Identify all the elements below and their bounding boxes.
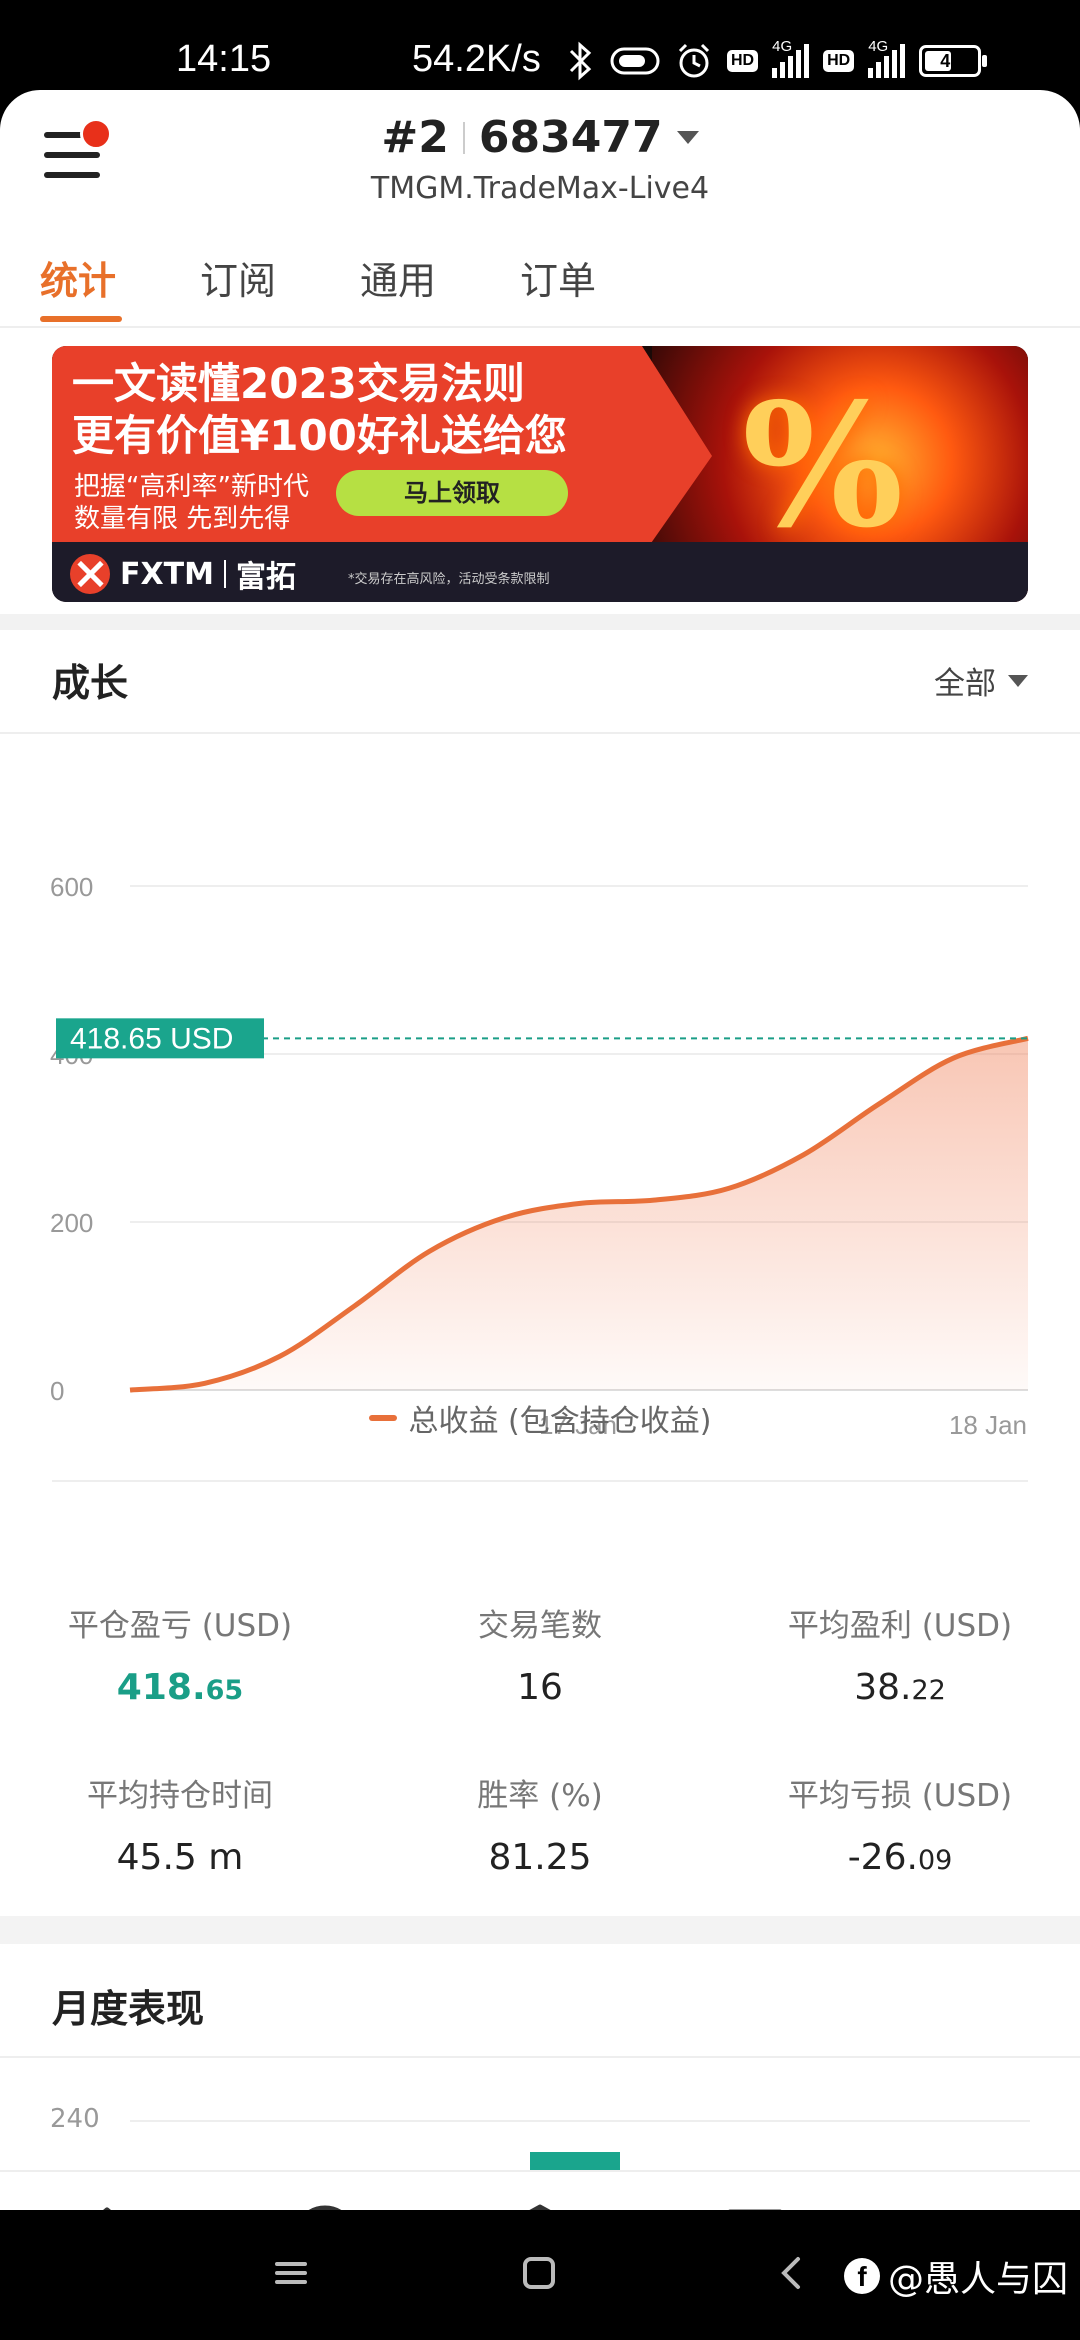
separator [462,121,465,154]
stat-value: 45.5 m [116,1837,244,1878]
tab-stats[interactable]: 统计 [40,250,116,305]
percent-graphic: % [742,366,904,566]
caret-down-icon [1008,674,1028,687]
account-number: #2 [381,112,449,163]
app-screen: #2 683477 TMGM.TradeMax-Live4 统计 订阅 通用 订… [0,90,1080,2210]
banner-headline-2: 更有价值¥100好礼送给您 [72,411,567,460]
message-icon[interactable] [720,2202,790,2210]
battery-icon: 47 [919,45,988,77]
facebook-icon: f [843,2258,880,2294]
back-icon[interactable] [776,2256,806,2290]
fxtm-logo: FXTM 富拓 [70,552,296,596]
y-tick-label: 600 [50,872,93,902]
stat-value: 38.22 [854,1667,946,1708]
banner-disclaimer: *交易存在高风险，活动受条款限制 [348,572,550,587]
stat-label: 胜率 (%) [477,1778,603,1814]
fxtm-logo-icon [70,554,110,594]
chart-legend: 总收益 (包含持仓收益) [0,1396,1080,1440]
signal-strength-1: 4G [772,38,810,78]
stat-win-rate: 胜率 (%) 81.25 [360,1770,720,1878]
home-button-icon[interactable] [522,2256,556,2290]
brand-name: FXTM [120,556,214,592]
section-divider [0,1916,1080,1944]
network-speed: 54.2K/s [412,38,541,80]
tab-bar: 统计 订阅 通用 订单 [0,240,1080,328]
stat-value: -26.09 [847,1837,953,1878]
current-value-label: 418.65 USD [70,1022,233,1055]
vibrate-icon [610,47,660,75]
tab-active-indicator [40,316,122,322]
stat-closed-pnl: 平仓盈亏 (USD) 418.65 [0,1600,360,1708]
stat-label: 平均亏损 (USD) [787,1778,1013,1814]
monthly-bar [530,2152,620,2172]
watermark-text: @愚人与囚 [887,2259,1068,2300]
status-icons: HD 4G HD 4G 47 [565,36,988,86]
signal-strength-2: 4G [868,38,906,78]
tab-orders[interactable]: 订单 [520,250,596,305]
status-bar: 14:15 54.2K/s HD 4G HD 4G 47 [0,0,1080,96]
stat-avg-loss: 平均亏损 (USD) -26.09 [720,1770,1080,1878]
brand-name-cn: 富拓 [235,560,296,595]
stat-label: 平均盈利 (USD) [787,1608,1013,1644]
tab-general[interactable]: 通用 [360,250,436,305]
recent-apps-icon[interactable] [274,2256,308,2290]
watermark: f @愚人与囚 [843,2250,1068,2302]
monthly-gridline [130,2120,1030,2122]
legend-label: 总收益 (包含持仓收益) [408,1404,712,1439]
range-filter-label: 全部 [934,666,996,702]
banner-sub-2: 数量有限 先到先得 [74,504,291,534]
growth-chart-svg: 6004002000 418.65 USD 17 Jan18 Jan [50,872,1029,1440]
range-filter[interactable]: 全部 [934,658,1028,703]
stat-avg-holding-time: 平均持仓时间 45.5 m [0,1770,360,1878]
server-name: TMGM.TradeMax-Live4 [370,171,710,206]
stat-label: 平仓盈亏 (USD) [67,1608,293,1644]
chart-area [130,1038,1028,1390]
alarm-icon [678,43,710,78]
stat-trade-count: 交易笔数 16 [360,1600,720,1708]
caret-down-icon [676,131,699,144]
account-card-icon[interactable] [938,2202,1008,2210]
stat-avg-profit: 平均盈利 (USD) 38.22 [720,1600,1080,1708]
growth-chart: 6004002000 418.65 USD 17 Jan18 Jan [0,790,1080,1450]
legend-swatch [368,1415,397,1421]
home-icon[interactable] [72,2202,142,2210]
stat-label: 平均持仓时间 [87,1778,273,1814]
stat-value: 418.65 [116,1667,244,1708]
banner-cta-button[interactable]: 马上领取 [336,470,568,516]
account-selector[interactable]: #2 683477 TMGM.TradeMax-Live4 [0,112,1080,206]
logo-divider [223,560,226,588]
signal-icon[interactable] [290,2202,360,2210]
account-id: 683477 [478,112,663,163]
growth-title: 成长 [52,661,129,705]
stat-value: 81.25 [488,1837,592,1878]
monthly-divider [0,2056,1080,2058]
system-nav-bar: f @愚人与囚 [0,2210,1080,2340]
stat-label: 交易笔数 [478,1608,602,1644]
hd-badge-2: HD [823,50,855,72]
trade-icon[interactable] [505,2202,575,2210]
legend-divider [52,1480,1028,1482]
promo-banner[interactable]: % 一文读懂2023交易法则 更有价值¥100好礼送给您 把握“高利率”新时代 … [52,346,1028,602]
tab-subscribe[interactable]: 订阅 [200,250,276,305]
bluetooth-icon [569,41,592,81]
monthly-y-tick: 240 [50,2104,100,2134]
hd-badge: HD [727,50,759,72]
stat-value: 16 [517,1667,563,1708]
section-divider [0,614,1080,630]
status-time: 14:15 [176,38,272,80]
monthly-title: 月度表现 [52,1987,205,2031]
section-divider-line [0,732,1080,734]
bottom-nav [0,2170,1080,2210]
y-tick-label: 200 [50,1208,93,1238]
